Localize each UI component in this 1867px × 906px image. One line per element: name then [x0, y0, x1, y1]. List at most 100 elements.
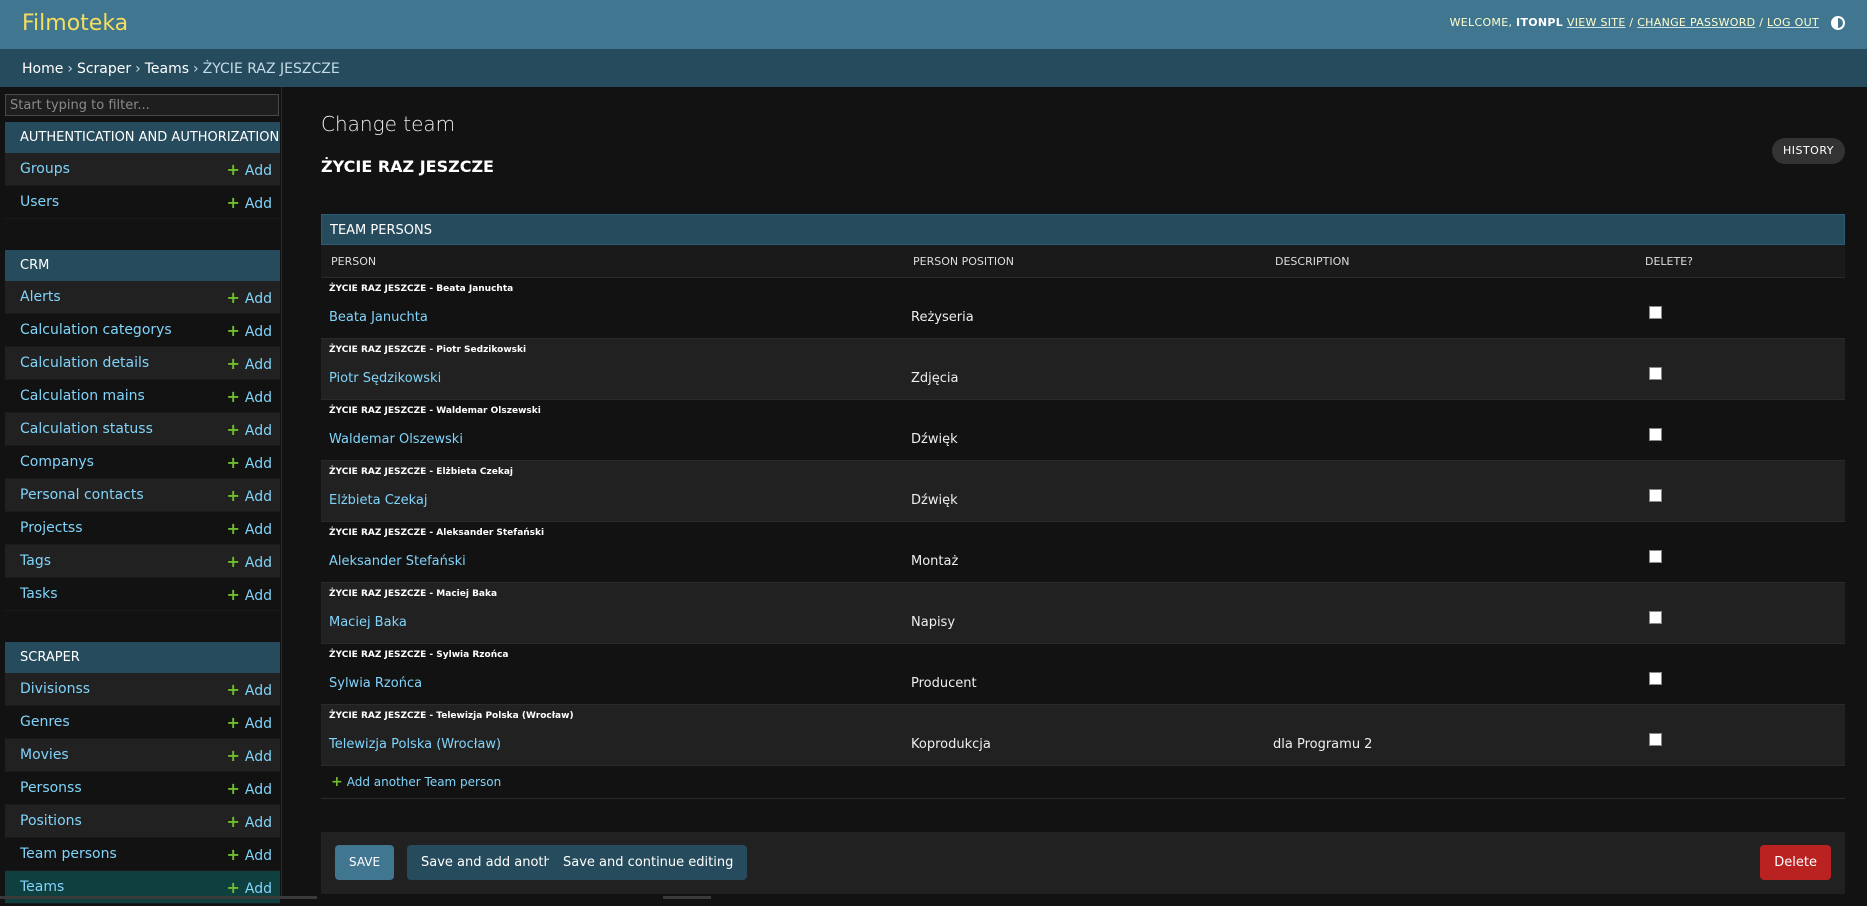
sidebar-item-label[interactable]: Calculation statuss — [20, 421, 153, 437]
table-row: ŻYCIE RAZ JESZCZE - Aleksander Stefański… — [321, 522, 1845, 583]
site-brand[interactable]: Filmoteka — [22, 11, 128, 36]
add-link[interactable]: + Add — [226, 314, 272, 349]
main-content: Change team ŻYCIE RAZ JESZCZE HISTORY TE… — [282, 87, 1867, 899]
add-link[interactable]: + Add — [226, 281, 272, 316]
plus-icon: + — [226, 354, 240, 373]
row-person-link[interactable]: Telewizja Polska (Wrocław) — [329, 737, 501, 752]
add-link[interactable]: + Add — [226, 838, 272, 873]
add-another-team-person-link[interactable]: + Add another Team person — [331, 774, 501, 790]
row-position: Dźwięk — [911, 432, 958, 447]
add-link[interactable]: + Add — [226, 186, 272, 221]
sidebar-item-label[interactable]: Personal contacts — [20, 487, 144, 503]
log-out-link[interactable]: LOG OUT — [1767, 16, 1819, 29]
breadcrumb-model[interactable]: Teams — [145, 61, 189, 77]
row-person-link[interactable]: Waldemar Olszewski — [329, 432, 463, 447]
add-link[interactable]: + Add — [226, 772, 272, 807]
row-person-link[interactable]: Beata Januchta — [329, 310, 428, 325]
app-caption-crm[interactable]: CRM — [5, 250, 280, 281]
add-label: Add — [244, 456, 272, 472]
sidebar-item-label[interactable]: Calculation mains — [20, 388, 145, 404]
sidebar-item-label[interactable]: Teams — [20, 879, 64, 895]
sidebar-item-label[interactable]: Movies — [20, 747, 69, 763]
delete-checkbox[interactable] — [1649, 672, 1662, 685]
app-caption-scraper[interactable]: SCRAPER — [5, 642, 280, 673]
add-link[interactable]: + Add — [226, 545, 272, 580]
sidebar-item-label[interactable]: Personss — [20, 780, 82, 796]
row-original-label: ŻYCIE RAZ JESZCZE - Aleksander Stefański — [329, 528, 545, 538]
theme-toggle-icon[interactable] — [1831, 16, 1845, 30]
add-row: + Add another Team person — [321, 766, 1845, 799]
sidebar-item-label[interactable]: Positions — [20, 813, 82, 829]
add-label: Add — [244, 848, 272, 864]
sidebar-item: Users + Add — [5, 186, 280, 219]
row-original-label: ŻYCIE RAZ JESZCZE - Beata Januchta — [329, 284, 514, 294]
add-link[interactable]: + Add — [226, 153, 272, 188]
sidebar-item-label[interactable]: Groups — [20, 161, 70, 177]
row-person-link[interactable]: Elżbieta Czekaj — [329, 493, 427, 508]
sidebar-item-label[interactable]: Calculation categorys — [20, 322, 172, 338]
object-title: ŻYCIE RAZ JESZCZE — [321, 157, 494, 176]
sidebar-item-label[interactable]: Genres — [20, 714, 70, 730]
add-link[interactable]: + Add — [226, 512, 272, 547]
delete-checkbox[interactable] — [1649, 550, 1662, 563]
change-password-link[interactable]: CHANGE PASSWORD — [1637, 16, 1755, 29]
view-site-link[interactable]: VIEW SITE — [1567, 16, 1626, 29]
sidebar-item-label[interactable]: Users — [20, 194, 59, 210]
add-link[interactable]: + Add — [226, 739, 272, 774]
sidebar-item-label[interactable]: Calculation details — [20, 355, 149, 371]
delete-checkbox[interactable] — [1649, 306, 1662, 319]
add-label: Add — [244, 716, 272, 732]
add-link[interactable]: + Add — [226, 805, 272, 840]
plus-icon: + — [226, 160, 240, 179]
table-row: ŻYCIE RAZ JESZCZE - Telewizja Polska (Wr… — [321, 705, 1845, 766]
sidebar-item-label[interactable]: Tags — [20, 553, 51, 569]
delete-checkbox[interactable] — [1649, 367, 1662, 380]
add-label: Add — [244, 588, 272, 604]
column-header-person: PERSON — [331, 255, 377, 268]
sidebar-item-label[interactable]: Projectss — [20, 520, 83, 536]
table-row: ŻYCIE RAZ JESZCZE - Elżbieta Czekaj Elżb… — [321, 461, 1845, 522]
sidebar-item-label[interactable]: Divisionss — [20, 681, 90, 697]
add-link[interactable]: + Add — [226, 446, 272, 481]
table-row: ŻYCIE RAZ JESZCZE - Beata Januchta Beata… — [321, 278, 1845, 339]
add-label: Add — [244, 881, 272, 897]
breadcrumb-separator: › — [67, 61, 73, 77]
sidebar-item-label[interactable]: Tasks — [20, 586, 58, 602]
delete-checkbox[interactable] — [1649, 611, 1662, 624]
add-label: Add — [244, 522, 272, 538]
add-link[interactable]: + Add — [226, 578, 272, 613]
inline-group-team-persons: TEAM PERSONS PERSON PERSON POSITION DESC… — [321, 214, 1845, 799]
plus-icon: + — [226, 585, 240, 604]
row-person-link[interactable]: Aleksander Stefański — [329, 554, 466, 569]
sidebar-item: Projectss + Add — [5, 512, 280, 545]
add-link[interactable]: + Add — [226, 347, 272, 382]
sidebar-item-label[interactable]: Companys — [20, 454, 94, 470]
save-button[interactable]: SAVE — [335, 845, 395, 880]
add-label: Add — [244, 683, 272, 699]
row-person-link[interactable]: Piotr Sędzikowski — [329, 371, 441, 386]
delete-checkbox[interactable] — [1649, 428, 1662, 441]
add-link[interactable]: + Add — [226, 871, 272, 906]
app-caption-auth[interactable]: AUTHENTICATION AND AUTHORIZATION — [5, 122, 280, 153]
add-link[interactable]: + Add — [226, 706, 272, 741]
sidebar-item-label[interactable]: Alerts — [20, 289, 61, 305]
delete-checkbox[interactable] — [1649, 489, 1662, 502]
add-link[interactable]: + Add — [226, 380, 272, 415]
add-link[interactable]: + Add — [226, 673, 272, 708]
add-link[interactable]: + Add — [226, 413, 272, 448]
history-button[interactable]: HISTORY — [1771, 138, 1845, 164]
sidebar-item: Divisionss + Add — [5, 673, 280, 706]
sidebar-item: Companys + Add — [5, 446, 280, 479]
row-description: dla Programu 2 — [1273, 737, 1373, 752]
sidebar-item: Positions + Add — [5, 805, 280, 838]
delete-button[interactable]: Delete — [1760, 845, 1831, 880]
delete-checkbox[interactable] — [1649, 733, 1662, 746]
sidebar-item-label[interactable]: Team persons — [20, 846, 117, 862]
row-person-link[interactable]: Maciej Baka — [329, 615, 407, 630]
sidebar-filter-input[interactable] — [5, 94, 279, 116]
breadcrumb-home[interactable]: Home — [22, 61, 63, 77]
row-person-link[interactable]: Sylwia Rzońca — [329, 676, 422, 691]
add-link[interactable]: + Add — [226, 479, 272, 514]
breadcrumb-app[interactable]: Scraper — [77, 61, 131, 77]
save-and-continue-button[interactable]: Save and continue editing — [549, 845, 748, 880]
